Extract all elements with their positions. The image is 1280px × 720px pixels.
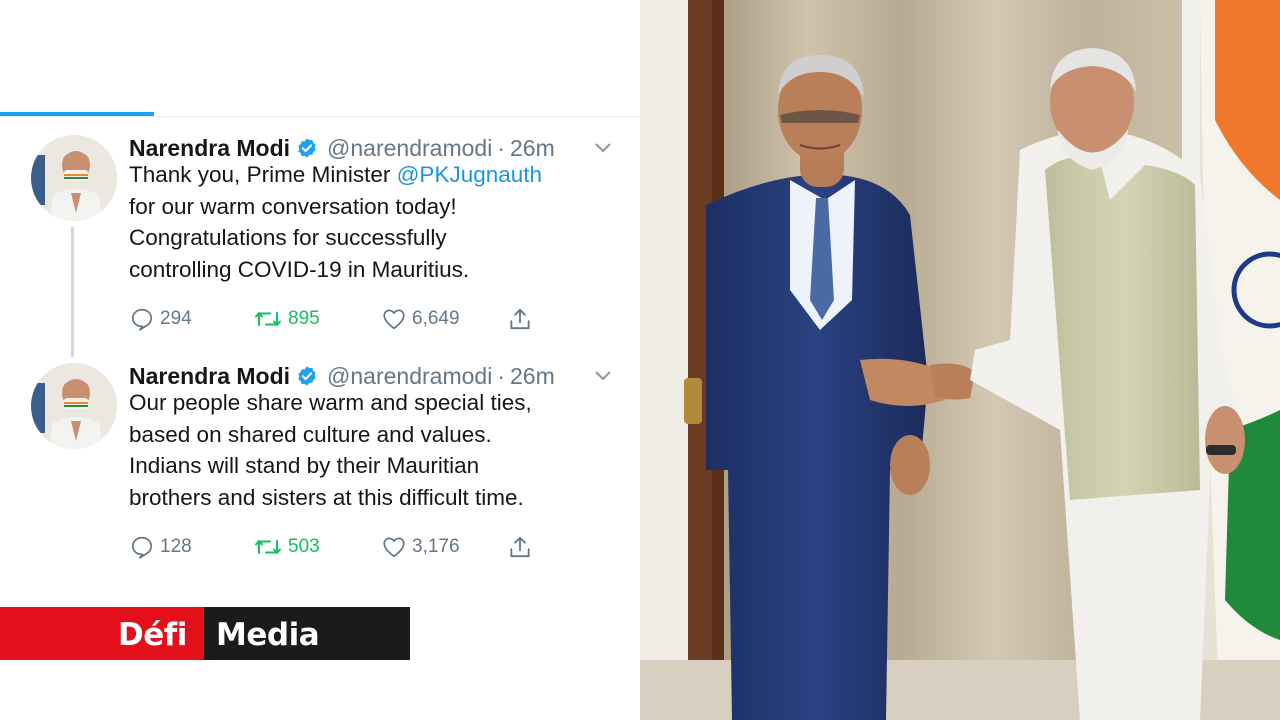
like-button[interactable]: 6,649 — [381, 305, 460, 333]
like-button[interactable]: 3,176 — [381, 533, 460, 561]
tab-divider — [0, 116, 640, 117]
tweet-text-line: Thank you, Prime Minister @PKJugnauth — [129, 162, 543, 187]
tweet-text-line: controlling COVID-19 in Mauritius. — [129, 256, 470, 282]
reply-count: 128 — [160, 536, 192, 557]
logo-text-media: Media — [216, 617, 320, 653]
separator-dot: · — [497, 134, 505, 161]
tweet-text: Thank you, Prime Minister @PKJugnauth fo… — [129, 159, 609, 285]
author-name[interactable]: Narendra Modi — [129, 363, 290, 390]
like-count: 6,649 — [412, 308, 460, 329]
reply-button[interactable]: 294 — [129, 305, 192, 333]
defi-media-logo: Défi Media — [0, 607, 410, 660]
tweet-text-line: for our warm conversation today! — [129, 193, 457, 219]
retweet-button[interactable]: 503 — [253, 533, 320, 561]
tweet-thread-panel: Narendra Modi @narendramodi · 26m Thank … — [0, 0, 640, 720]
share-icon — [510, 536, 530, 558]
verified-icon — [298, 138, 316, 158]
reply-count: 294 — [160, 308, 192, 329]
author-name[interactable]: Narendra Modi — [129, 135, 290, 162]
avatar[interactable] — [31, 363, 117, 449]
like-icon — [383, 309, 405, 330]
author-handle[interactable]: @narendramodi — [327, 363, 492, 390]
reply-icon — [131, 536, 153, 559]
tweet-text-line: Congratulations for successfully — [129, 225, 447, 250]
like-icon — [383, 537, 405, 558]
like-count: 3,176 — [412, 536, 460, 557]
retweet-icon — [255, 540, 281, 554]
share-icon — [510, 308, 530, 330]
handshake-photo — [640, 0, 1280, 720]
tweet-text-line: based on shared culture and values. — [129, 421, 492, 447]
retweet-count: 895 — [288, 308, 320, 329]
tweet-text: Our people share warm and special ties, … — [129, 387, 609, 513]
retweet-count: 503 — [288, 536, 320, 557]
share-button[interactable] — [507, 305, 533, 333]
tweet-text-line: Indians will stand by their Mauritian — [129, 453, 480, 478]
thread-connector-line — [71, 227, 74, 357]
reply-button[interactable]: 128 — [129, 533, 192, 561]
separator-dot: · — [497, 362, 505, 389]
verified-icon — [298, 366, 316, 386]
author-handle[interactable]: @narendramodi — [327, 135, 492, 162]
tweet-timestamp[interactable]: 26m — [510, 135, 555, 162]
logo-text-defi: Défi — [118, 617, 187, 653]
share-button[interactable] — [507, 533, 533, 561]
retweet-icon — [255, 312, 281, 326]
reply-icon — [131, 308, 153, 331]
tweet-text-line: Our people share warm and special ties, — [129, 390, 532, 415]
avatar[interactable] — [31, 135, 117, 221]
retweet-button[interactable]: 895 — [253, 305, 320, 333]
mention-link[interactable]: @PKJugnauth — [397, 162, 542, 187]
tweet-text-line: brothers and sisters at this difficult t… — [129, 484, 524, 510]
tweet-timestamp[interactable]: 26m — [510, 363, 555, 390]
